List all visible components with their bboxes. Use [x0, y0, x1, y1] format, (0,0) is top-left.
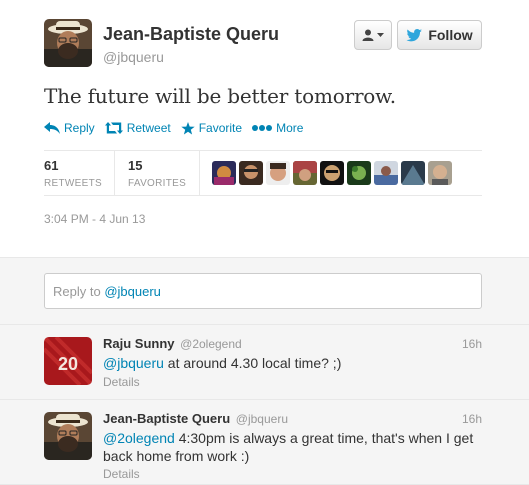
reply-fullname-text: Raju Sunny: [103, 336, 175, 351]
user-actions-dropdown[interactable]: [354, 20, 392, 50]
reply-action[interactable]: Reply: [44, 121, 95, 135]
reply-text: @2olegend 4:30pm is always a great time,…: [103, 429, 483, 465]
reply-details-link[interactable]: Details: [103, 375, 140, 389]
reply-mention-link[interactable]: @jbqueru: [103, 355, 164, 371]
user-fullname[interactable]: Jean-Baptiste Queru: [103, 24, 279, 45]
more-dots-icon: [252, 125, 273, 131]
favoriter-avatar[interactable]: [266, 161, 290, 185]
favorite-label: Favorite: [198, 121, 243, 135]
reply-handle: @jbqueru: [235, 412, 288, 426]
reply-composer-area: Reply to @jbqueru: [0, 257, 529, 325]
reply-details-link[interactable]: Details: [103, 467, 140, 481]
favoriter-avatar[interactable]: [374, 161, 398, 185]
bird-icon: [406, 28, 423, 41]
tweet-actions: Reply Retweet Favorite More: [44, 121, 313, 135]
retweet-icon: [104, 122, 123, 134]
retweets-label: RETWEETS: [44, 178, 102, 189]
retweets-count: 61: [44, 158, 59, 173]
follow-button[interactable]: Follow: [397, 20, 482, 50]
reply-body: at around 4.30 local time? ;): [163, 355, 342, 371]
favoriter-avatar[interactable]: [347, 161, 371, 185]
reply-arrow-icon: [44, 122, 60, 134]
favorites-label: FAVORITES: [128, 178, 187, 189]
caret-down-icon: [377, 33, 384, 37]
favoriter-avatars: [212, 161, 452, 185]
favorite-action[interactable]: Favorite: [181, 121, 242, 135]
user-avatar[interactable]: [44, 19, 92, 67]
reply-placeholder: Reply to: [53, 284, 105, 299]
favoriter-avatar[interactable]: [212, 161, 236, 185]
reply-fullname[interactable]: Jean-Baptiste Queru @jbqueru: [103, 411, 288, 426]
retweet-label: Retweet: [126, 121, 171, 135]
favorites-stat[interactable]: 15 FAVORITES: [128, 158, 186, 189]
tweet-timestamp[interactable]: 3:04 PM - 4 Jun 13: [44, 212, 145, 226]
reply-fullname[interactable]: Raju Sunny @2olegend: [103, 336, 242, 351]
favoriter-avatar[interactable]: [320, 161, 344, 185]
tweet-card: Jean-Baptiste Queru @jbqueru Follow The …: [0, 0, 529, 257]
reply-time[interactable]: 16h: [462, 337, 482, 351]
reply-avatar[interactable]: [44, 412, 92, 460]
more-label: More: [276, 121, 304, 135]
reply-input[interactable]: Reply to @jbqueru: [44, 273, 482, 309]
retweets-stat[interactable]: 61 RETWEETS: [44, 158, 102, 189]
reply-text: @jbqueru at around 4.30 local time? ;): [103, 354, 483, 372]
reply-mention: @jbqueru: [104, 284, 161, 299]
tweet-stats: 61 RETWEETS 15 FAVORITES: [44, 150, 482, 196]
favorites-count: 15: [128, 158, 143, 173]
reply-label: Reply: [64, 121, 95, 135]
more-action[interactable]: More: [252, 121, 303, 135]
person-icon: [362, 29, 374, 41]
retweet-action[interactable]: Retweet: [104, 121, 171, 135]
reply-avatar[interactable]: 20: [44, 337, 92, 385]
reply-time[interactable]: 16h: [462, 412, 482, 426]
stat-divider: [114, 151, 115, 196]
user-handle[interactable]: @jbqueru: [103, 49, 164, 65]
reply-handle: @2olegend: [180, 337, 242, 351]
stat-divider: [199, 151, 200, 196]
favoriter-avatar[interactable]: [239, 161, 263, 185]
follow-label: Follow: [428, 27, 473, 43]
reply-mention-link[interactable]: @2olegend: [103, 430, 175, 446]
favoriter-avatar[interactable]: [428, 161, 452, 185]
reply-fullname-text: Jean-Baptiste Queru: [103, 411, 231, 426]
reply-tweet[interactable]: 20 Raju Sunny @2olegend 16h @jbqueru at …: [0, 325, 529, 400]
favoriter-avatar[interactable]: [293, 161, 317, 185]
reply-tweet[interactable]: Jean-Baptiste Queru @jbqueru 16h @2olege…: [0, 400, 529, 485]
favoriter-avatar[interactable]: [401, 161, 425, 185]
tweet-text: The future will be better tomorrow.: [44, 84, 396, 108]
star-icon: [181, 121, 195, 134]
jersey-number: 20: [58, 354, 78, 374]
